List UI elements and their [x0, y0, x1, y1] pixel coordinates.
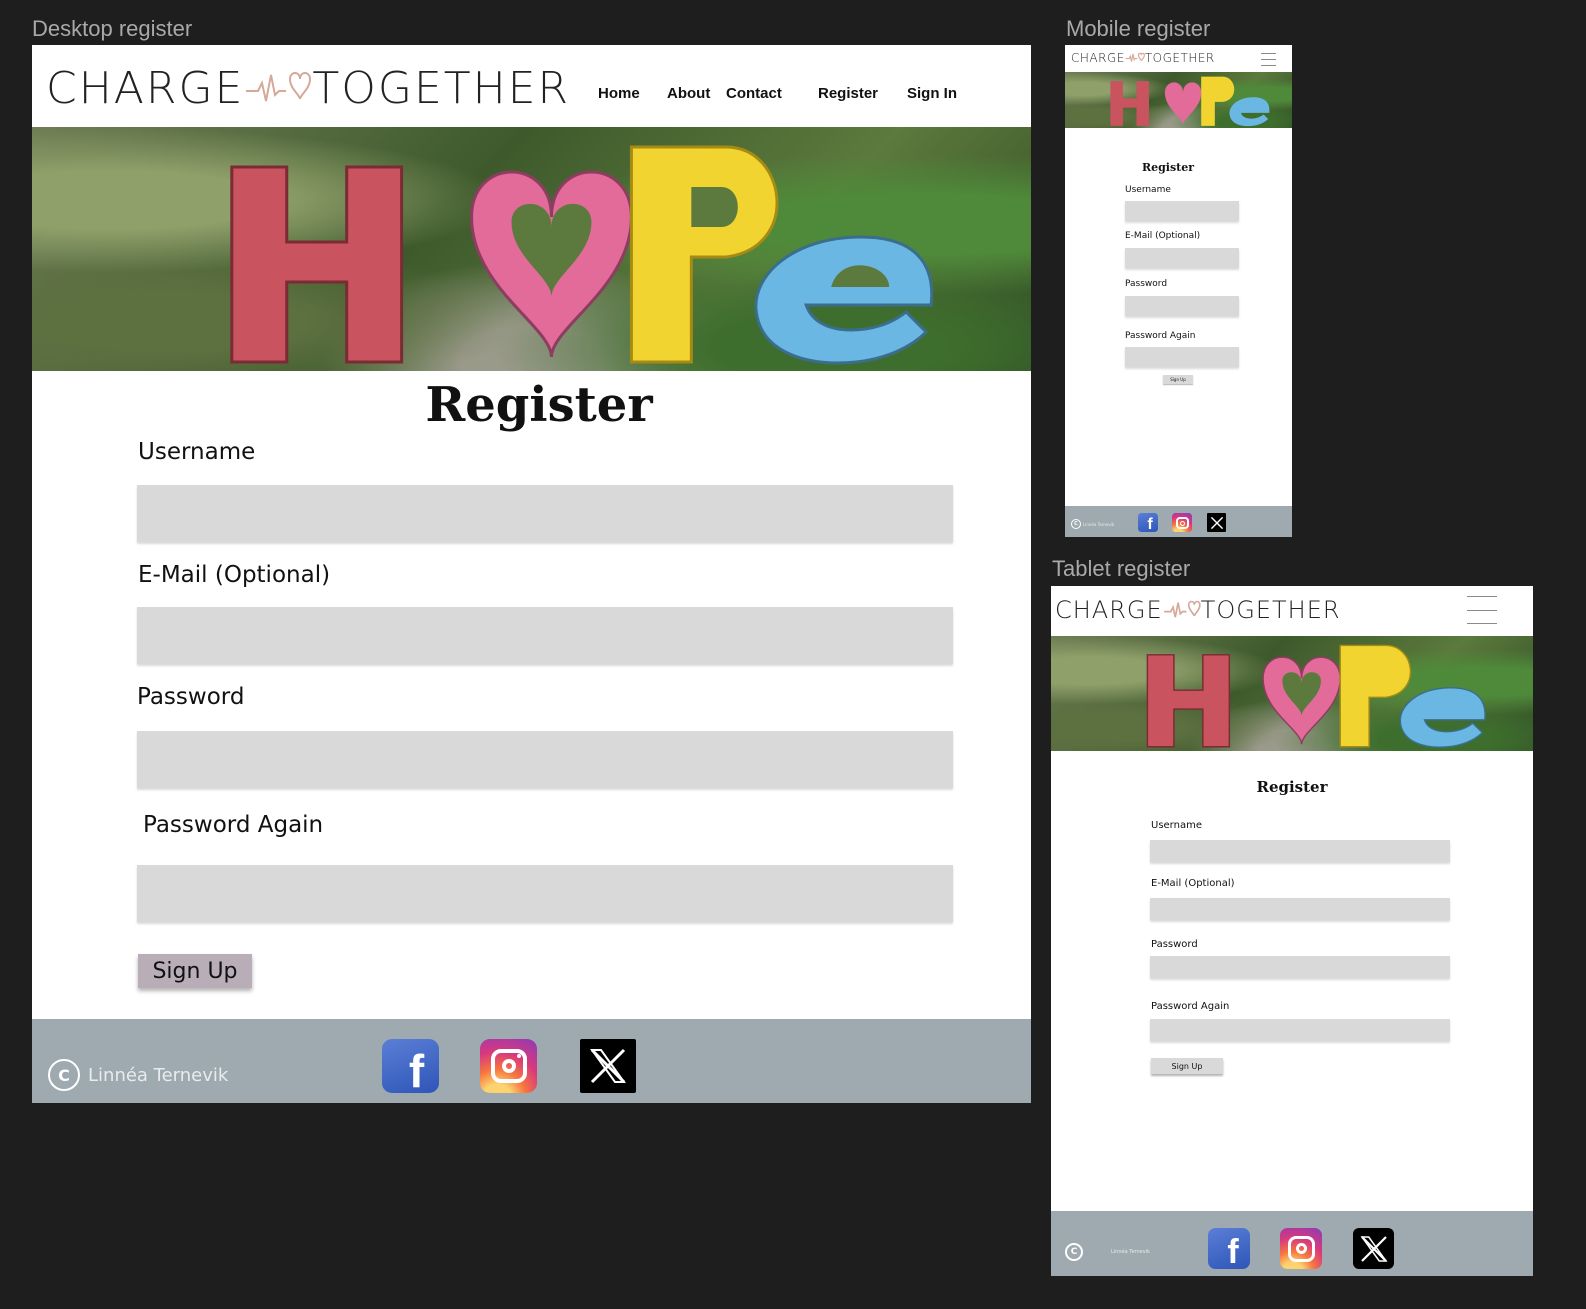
tablet-site-footer: C Linnéa Ternevik f — [1051, 1211, 1533, 1276]
logo-text-together: TOGETHER — [312, 63, 571, 114]
nav-home[interactable]: Home — [598, 85, 640, 102]
site-logo[interactable]: CHARGE TOGETHER — [46, 63, 570, 114]
mobile-site-logo[interactable]: CHARGE TOGETHER — [1071, 51, 1215, 65]
mobile-password-again-label: Password Again — [1125, 331, 1196, 341]
mobile-instagram-icon[interactable] — [1172, 513, 1192, 532]
copyright-owner: Linnéa Ternevik — [88, 1064, 229, 1086]
tablet-copyright-owner: Linnéa Ternevik — [1111, 1249, 1150, 1255]
tablet-password-again-label: Password Again — [1151, 1001, 1230, 1012]
hope-banner-image — [32, 127, 1031, 371]
tablet-logo-text-charge: CHARGE — [1055, 596, 1163, 624]
nav-register[interactable]: Register — [818, 85, 878, 102]
password-again-input[interactable] — [137, 865, 953, 922]
x-icon[interactable] — [580, 1039, 636, 1093]
mobile-frame: CHARGE TOGETHER Register Username E-Mail… — [1065, 45, 1292, 537]
email-label: E-Mail (Optional) — [138, 562, 331, 588]
tablet-logo-text-together: TOGETHER — [1200, 596, 1341, 624]
tablet-username-label: Username — [1151, 820, 1202, 831]
copyright-notice: C Linnéa Ternevik — [48, 1059, 228, 1091]
sign-up-button[interactable]: Sign Up — [138, 954, 252, 988]
mobile-email-input[interactable] — [1125, 248, 1239, 268]
mobile-hamburger-menu-icon[interactable] — [1261, 53, 1276, 66]
mobile-copyright-owner: Linnéa Ternevik — [1083, 521, 1115, 527]
tablet-username-input[interactable] — [1150, 840, 1450, 862]
mobile-hope-banner-image — [1065, 72, 1292, 128]
site-footer: C Linnéa Ternevik f — [32, 1019, 1031, 1103]
tablet-instagram-icon[interactable] — [1280, 1228, 1322, 1269]
heartbeat-heart-icon — [246, 71, 312, 101]
mobile-logo-text-together: TOGETHER — [1144, 51, 1215, 65]
mobile-password-again-input[interactable] — [1125, 347, 1239, 367]
nav-sign-in[interactable]: Sign In — [907, 85, 957, 102]
mobile-x-icon[interactable] — [1207, 513, 1226, 532]
tablet-email-label: E-Mail (Optional) — [1151, 878, 1235, 889]
tablet-hope-banner-image — [1051, 636, 1533, 751]
mobile-facebook-icon[interactable]: f — [1138, 513, 1158, 532]
username-label: Username — [138, 439, 256, 465]
mobile-heartbeat-heart-icon — [1125, 52, 1145, 62]
mobile-username-label: Username — [1125, 185, 1171, 195]
tablet-register-title: Register — [1256, 778, 1328, 796]
desktop-frame-label: Desktop register — [32, 16, 193, 41]
tablet-hamburger-menu-icon[interactable] — [1467, 596, 1497, 624]
desktop-frame: CHARGE TOGETHER Home About Contact Regis… — [32, 45, 1031, 1103]
hope-letters-graphic — [230, 145, 934, 365]
mobile-password-label: Password — [1125, 279, 1168, 289]
tablet-heartbeat-heart-icon — [1163, 600, 1201, 617]
tablet-frame: CHARGE TOGETHER Register Username E-Mail… — [1051, 586, 1533, 1276]
tablet-password-again-input[interactable] — [1150, 1019, 1450, 1041]
logo-text-charge: CHARGE — [46, 63, 245, 114]
register-title: Register — [425, 377, 653, 433]
mobile-register-title: Register — [1141, 161, 1195, 174]
facebook-icon[interactable]: f — [382, 1039, 439, 1093]
tablet-sign-up-button[interactable]: Sign Up — [1151, 1058, 1223, 1074]
tablet-facebook-icon[interactable]: f — [1208, 1228, 1250, 1269]
password-again-label: Password Again — [143, 812, 324, 838]
email-input[interactable] — [137, 607, 953, 664]
nav-about[interactable]: About — [667, 85, 710, 102]
tablet-site-logo[interactable]: CHARGE TOGETHER — [1055, 596, 1341, 624]
mobile-copyright-icon: C — [1071, 519, 1081, 529]
tablet-email-input[interactable] — [1150, 898, 1450, 920]
instagram-icon[interactable] — [480, 1039, 537, 1093]
mobile-username-input[interactable] — [1125, 201, 1239, 221]
copyright-icon: C — [48, 1059, 80, 1091]
mobile-password-input[interactable] — [1125, 296, 1239, 316]
mobile-email-label: E-Mail (Optional) — [1125, 231, 1201, 241]
mobile-frame-label: Mobile register — [1066, 16, 1211, 41]
tablet-copyright-icon: C — [1065, 1243, 1083, 1261]
mobile-copyright-notice: C Linnéa Ternevik — [1071, 519, 1114, 529]
tablet-x-icon[interactable] — [1353, 1228, 1394, 1269]
tablet-frame-label: Tablet register — [1052, 556, 1191, 581]
username-input[interactable] — [137, 485, 953, 542]
nav-contact[interactable]: Contact — [726, 85, 782, 102]
tablet-password-input[interactable] — [1150, 956, 1450, 978]
password-label: Password — [137, 684, 245, 710]
mobile-logo-text-charge: CHARGE — [1071, 51, 1125, 65]
mobile-sign-up-button[interactable]: Sign Up — [1163, 375, 1193, 384]
tablet-password-label: Password — [1151, 939, 1198, 950]
tablet-copyright-notice: C Linnéa Ternevik — [1065, 1243, 1150, 1261]
password-input[interactable] — [137, 731, 953, 788]
mobile-site-footer: C Linnéa Ternevik f — [1065, 506, 1292, 537]
